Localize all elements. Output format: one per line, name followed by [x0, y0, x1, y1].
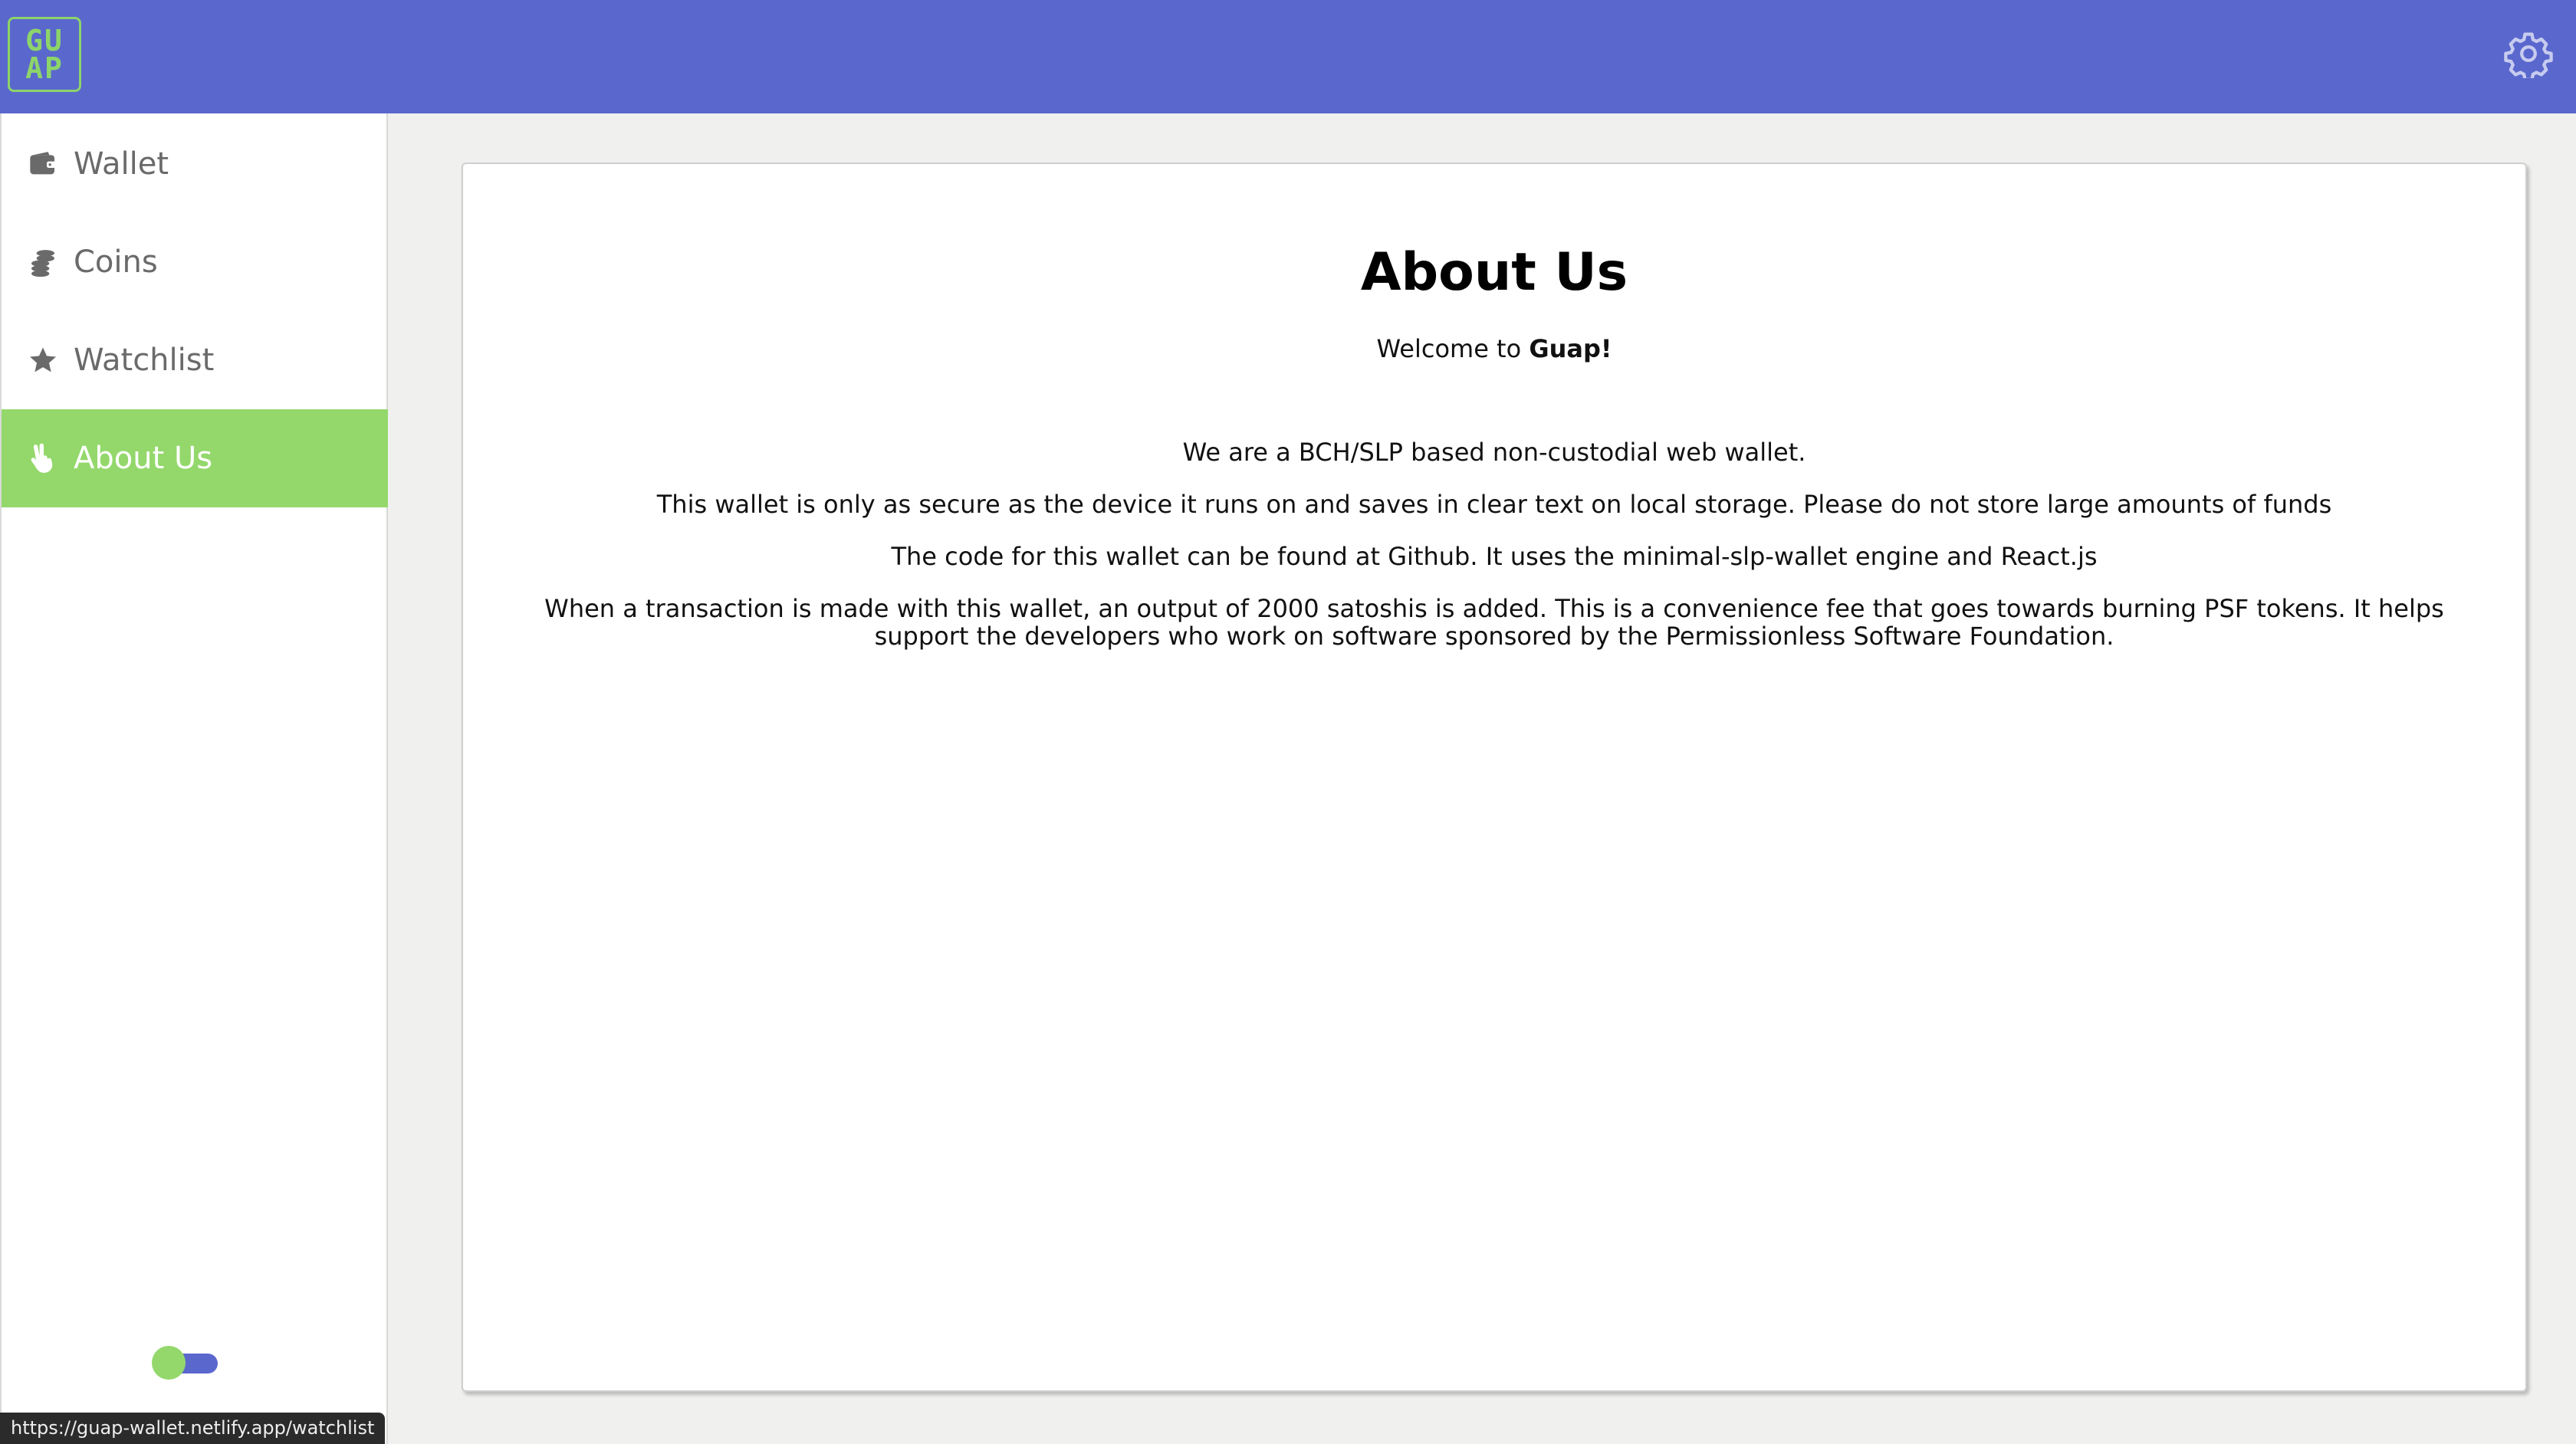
sidebar: Wallet Coins Watchlist About Us [0, 113, 388, 1444]
coins-icon [26, 245, 60, 279]
star-icon [26, 343, 60, 377]
welcome-text: Welcome to Guap! [463, 334, 2525, 363]
welcome-brand: Guap! [1529, 334, 1612, 363]
sidebar-item-label: Wallet [74, 146, 169, 182]
sidebar-item-label: Watchlist [74, 343, 215, 378]
guap-logo[interactable]: GU AP [8, 17, 81, 92]
wallet-icon [26, 147, 60, 181]
page-title: About Us [1360, 242, 1628, 303]
settings-button[interactable] [2504, 29, 2553, 81]
link-status-url: https://guap-wallet.netlify.app/watchlis… [0, 1413, 386, 1444]
peace-hand-icon [26, 441, 60, 475]
top-app-bar: GU AP [0, 0, 2576, 113]
sidebar-item-coins[interactable]: Coins [2, 213, 388, 311]
about-card: About Us Welcome to Guap! We are a BCH/S… [462, 162, 2527, 1392]
about-paragraph-4: When a transaction is made with this wal… [544, 594, 2444, 651]
theme-toggle[interactable] [152, 1346, 221, 1380]
sidebar-item-about-us[interactable]: About Us [2, 409, 388, 507]
about-paragraph-1: We are a BCH/SLP based non-custodial web… [1182, 438, 1806, 467]
about-paragraph-3: The code for this wallet can be found at… [891, 542, 2098, 571]
sidebar-item-watchlist[interactable]: Watchlist [2, 311, 388, 409]
welcome-prefix: Welcome to [1376, 334, 1530, 363]
logo-text: GU AP [25, 24, 64, 85]
gear-icon [2504, 32, 2553, 81]
sidebar-item-label: About Us [74, 441, 213, 476]
toggle-knob [152, 1346, 186, 1380]
sidebar-item-label: Coins [74, 244, 158, 280]
sidebar-item-wallet[interactable]: Wallet [2, 115, 388, 213]
about-paragraph-2: This wallet is only as secure as the dev… [656, 490, 2332, 519]
